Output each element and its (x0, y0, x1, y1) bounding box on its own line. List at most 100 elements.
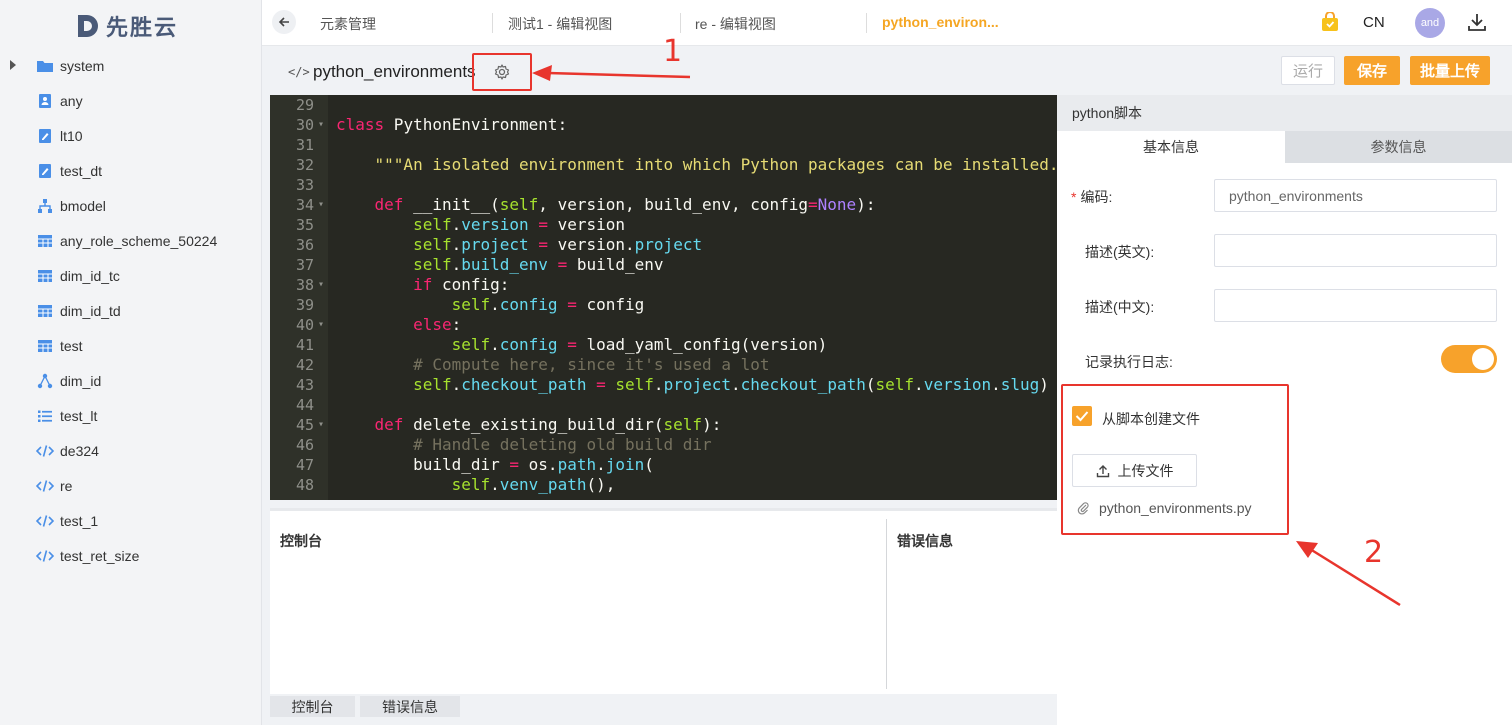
code-editor[interactable]: 29 30 ▾ class PythonEnvironment: 31 32 """An … (270, 95, 1057, 500)
code-text: build_dir = os.path.join( (336, 455, 654, 474)
tab-basic-info[interactable]: 基本信息 (1057, 131, 1285, 163)
console-label: 控制台 (280, 533, 322, 549)
sidebar-item-any[interactable]: any (0, 83, 262, 118)
create-from-script-label[interactable]: 从脚本创建文件 (1102, 409, 1200, 429)
log-toggle[interactable] (1441, 345, 1497, 373)
edit-doc-icon (36, 163, 54, 179)
bottom-tab-bar: 控制台 错误信息 (270, 694, 1057, 725)
code-label-text: 编码: (1080, 189, 1113, 205)
sidebar-item-system[interactable]: system (0, 48, 262, 83)
user-doc-icon (36, 93, 54, 109)
log-label: 记录执行日志: (1085, 354, 1173, 370)
code-text: self.venv_path(), (451, 475, 616, 494)
line-number: 41 (295, 336, 314, 354)
sidebar-item-label: dim_id_td (60, 302, 121, 319)
file-name: python_environments.py (1099, 500, 1252, 516)
line-number: 34 (295, 196, 314, 214)
tab-python-environments[interactable]: python_environ... (882, 14, 999, 30)
sidebar-item-test-lt[interactable]: test_lt (0, 398, 262, 433)
code-text: def delete_existing_build_dir(self): (374, 415, 722, 434)
line-number: 37 (295, 256, 314, 274)
panel-header: python脚本 (1057, 95, 1512, 131)
line-number: 32 (295, 156, 314, 174)
code-line: 34 ▾ def __init__(self, version, build_en… (270, 195, 1057, 215)
error-info-label: 错误信息 (897, 533, 953, 549)
tab-element-management[interactable]: 元素管理 (320, 14, 376, 34)
tab-separator (680, 13, 681, 33)
fold-chevron-icon[interactable]: ▾ (318, 275, 324, 295)
sidebar-item-label: de324 (60, 442, 99, 459)
sidebar-item-label: test (60, 337, 83, 354)
upload-file-button[interactable]: 上传文件 (1072, 454, 1197, 487)
sidebar-item-label: any (60, 92, 83, 109)
tab-error-info[interactable]: 错误信息 (360, 696, 460, 717)
fold-chevron-icon[interactable]: ▾ (318, 315, 324, 335)
tab-console[interactable]: 控制台 (270, 696, 355, 717)
properties-panel: python脚本 基本信息 参数信息 * 编码: python_environme… (1057, 95, 1512, 725)
sidebar-item-label: re (60, 477, 73, 494)
code-icon (36, 548, 54, 564)
uploaded-file[interactable]: python_environments.py (1077, 500, 1252, 516)
sidebar-item-label: dim_id_tc (60, 267, 120, 284)
shopping-bag-icon[interactable] (1321, 12, 1339, 32)
sidebar-item-dim-id[interactable]: dim_id (0, 363, 262, 398)
tab-test1-edit-view[interactable]: 测试1 - 编辑视图 (508, 14, 612, 34)
check-icon (1075, 411, 1089, 422)
sidebar-item-any-role-scheme-50224[interactable]: any_role_scheme_50224 (0, 223, 262, 258)
paperclip-icon (1077, 502, 1089, 515)
tab-separator (866, 13, 867, 33)
caret-right-icon[interactable] (10, 60, 16, 70)
fold-chevron-icon[interactable]: ▾ (318, 115, 324, 135)
back-button[interactable] (272, 10, 296, 34)
code-field[interactable]: python_environments (1214, 179, 1497, 212)
line-number: 35 (295, 216, 314, 234)
sidebar-item-label: bmodel (60, 197, 106, 214)
fold-chevron-icon[interactable]: ▾ (318, 195, 324, 215)
line-number: 30 (295, 116, 314, 134)
code-text: self.checkout_path = self.project.checko… (413, 375, 1049, 394)
fold-chevron-icon[interactable]: ▾ (318, 415, 324, 435)
sidebar-item-bmodel[interactable]: bmodel (0, 188, 262, 223)
code-text: class PythonEnvironment: (336, 115, 568, 134)
save-button[interactable]: 保存 (1344, 56, 1400, 85)
code-text: # Handle deleting old build dir (413, 435, 712, 454)
tab-separator (492, 13, 493, 33)
sidebar-item-re[interactable]: re (0, 468, 262, 503)
desc-cn-field[interactable] (1214, 289, 1497, 322)
sidebar-item-test-ret-size[interactable]: test_ret_size (0, 538, 262, 573)
sidebar-item-test-dt[interactable]: test_dt (0, 153, 262, 188)
avatar[interactable]: and (1415, 8, 1445, 38)
upload-icon (1096, 464, 1109, 477)
sidebar-item-dim-id-tc[interactable]: dim_id_tc (0, 258, 262, 293)
code-line: 45 ▾ def delete_existing_build_dir(self): (270, 415, 1057, 435)
desc-en-field[interactable] (1214, 234, 1497, 267)
line-number: 38 (295, 276, 314, 294)
create-from-script-checkbox[interactable] (1072, 406, 1092, 426)
table-icon (36, 233, 54, 249)
code-line: 41 self.config = load_yaml_config(versio… (270, 335, 1057, 355)
sidebar-item-dim-id-td[interactable]: dim_id_td (0, 293, 262, 328)
line-number: 42 (295, 356, 314, 374)
line-number: 39 (295, 296, 314, 314)
desc-cn-label: 描述(中文): (1085, 299, 1155, 315)
language-switch[interactable]: CN (1363, 14, 1385, 31)
sidebar-item-test-1[interactable]: test_1 (0, 503, 262, 538)
console-divider[interactable] (886, 519, 887, 689)
code-line: 30 ▾ class PythonEnvironment: (270, 115, 1057, 135)
desc-en-label: 描述(英文): (1085, 244, 1155, 260)
batch-upload-button[interactable]: 批量上传 (1410, 56, 1490, 85)
code-line: 38 ▾ if config: (270, 275, 1057, 295)
tab-param-info[interactable]: 参数信息 (1285, 131, 1512, 163)
top-tab-bar: 元素管理 测试1 - 编辑视图 re - 编辑视图 python_environ… (262, 0, 1512, 46)
download-icon[interactable] (1467, 12, 1487, 32)
run-button[interactable]: 运行 (1281, 56, 1335, 85)
tab-re-edit-view[interactable]: re - 编辑视图 (695, 14, 776, 34)
sidebar-item-lt10[interactable]: lt10 (0, 118, 262, 153)
line-number: 45 (295, 416, 314, 434)
gear-icon[interactable] (494, 64, 510, 80)
line-number: 43 (295, 376, 314, 394)
sidebar-item-test[interactable]: test (0, 328, 262, 363)
code-line: 40 ▾ else: (270, 315, 1057, 335)
list-icon (36, 408, 54, 424)
sidebar-item-de324[interactable]: de324 (0, 433, 262, 468)
